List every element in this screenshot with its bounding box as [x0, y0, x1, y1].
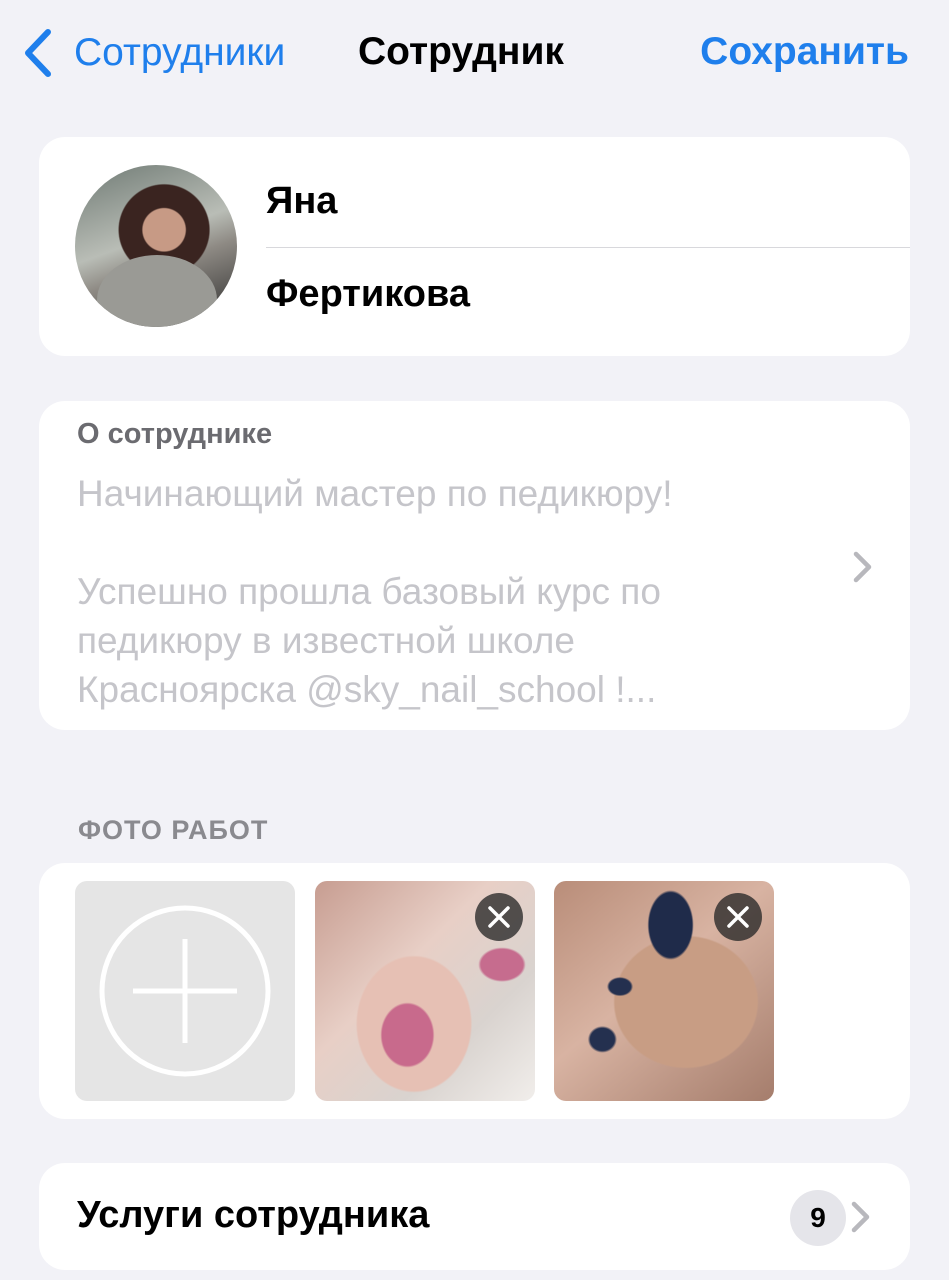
back-button-label: Сотрудники: [74, 31, 286, 74]
photos-section-header: ФОТО РАБОТ: [78, 815, 269, 845]
photos-card: [39, 863, 910, 1119]
add-photo-button[interactable]: [75, 881, 295, 1101]
work-photo[interactable]: [554, 881, 774, 1101]
name-card: [39, 137, 910, 356]
avatar-figure: [97, 255, 217, 327]
remove-photo-button[interactable]: [714, 893, 762, 941]
services-count-badge: 9: [790, 1190, 846, 1246]
chevron-left-icon: [25, 29, 51, 77]
back-button[interactable]: Сотрудники: [22, 28, 285, 78]
remove-photo-button[interactable]: [475, 893, 523, 941]
save-button[interactable]: Сохранить: [700, 30, 909, 74]
plus-icon: [99, 905, 271, 1077]
chevron-right-icon: [851, 1201, 870, 1233]
page-title: Сотрудник: [358, 30, 564, 73]
services-label: Услуги сотрудника: [77, 1194, 430, 1236]
close-icon: [727, 906, 749, 928]
close-icon: [488, 906, 510, 928]
first-name-row: [266, 155, 910, 248]
last-name-field[interactable]: [266, 248, 910, 340]
navigation-bar: Сотрудники Сотрудник Сохранить: [0, 0, 949, 110]
about-label: О сотруднике: [77, 418, 273, 450]
avatar[interactable]: [75, 165, 237, 327]
services-row[interactable]: Услуги сотрудника 9: [39, 1163, 910, 1270]
work-photo[interactable]: [315, 881, 535, 1101]
about-text: Начинающий мастер по педикюру! Успешно п…: [77, 473, 673, 710]
about-card[interactable]: О сотруднике Начинающий мастер по педикю…: [39, 401, 910, 730]
last-name-row: [266, 248, 910, 340]
chevron-right-icon: [853, 551, 872, 583]
first-name-field[interactable]: [266, 155, 910, 247]
